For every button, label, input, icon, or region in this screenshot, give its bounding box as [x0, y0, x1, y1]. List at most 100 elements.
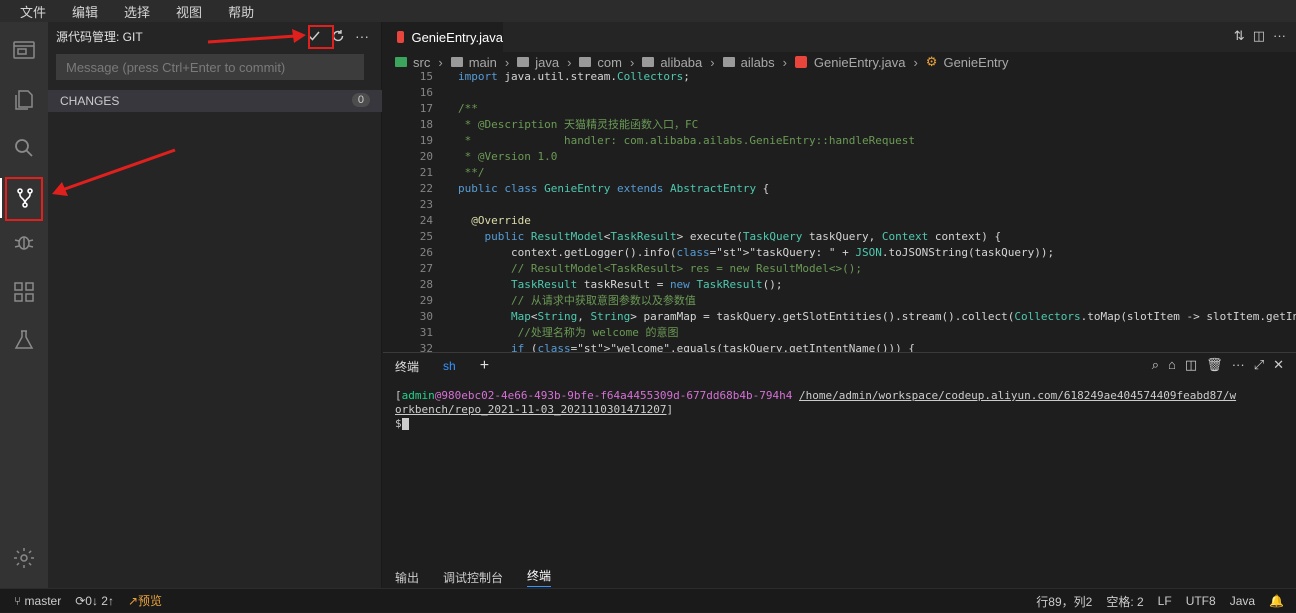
java-file-icon — [794, 56, 807, 68]
line-number: 26 — [419, 246, 433, 259]
breadcrumb-java[interactable]: java — [517, 55, 559, 70]
preview-button[interactable]: ↗预览 — [128, 592, 162, 609]
chevron-right-icon: › — [438, 54, 443, 70]
terminal-panel: 终端 sh + ⌕ ⌂ ◫ 🗑 ··· ⤢ ✕ [admin@980ebc02-… — [383, 352, 1296, 566]
code-text: Map<String, String> paramMap = taskQuery… — [510, 310, 1296, 323]
compare-icon[interactable]: ⇅ — [1234, 28, 1245, 44]
chevron-right-icon: › — [782, 54, 787, 70]
code-line[interactable]: 27 // ResultModel<TaskResult> res = new … — [383, 261, 1296, 277]
trash-icon[interactable]: 🗑 — [1206, 357, 1223, 373]
code-line[interactable]: 20 * @Version 1.0 — [383, 149, 1296, 165]
testing-icon[interactable] — [0, 320, 48, 360]
settings-gear-icon[interactable] — [0, 538, 48, 578]
tab-terminal[interactable]: 终端 — [395, 358, 419, 375]
editor-more-icon[interactable]: ··· — [1273, 28, 1286, 44]
cursor-position[interactable]: 行89，列2 — [1036, 593, 1092, 610]
code-line[interactable]: 22 public class GenieEntry extends Abstra… — [383, 181, 1296, 197]
code-line[interactable]: 15 import java.util.stream.Collectors; — [383, 72, 1296, 85]
code-line[interactable]: 16 — [383, 85, 1296, 101]
line-number: 19 — [419, 134, 433, 147]
tab-output[interactable]: 输出 — [395, 569, 419, 586]
home-icon[interactable]: ⌂ — [1168, 357, 1176, 373]
language-mode[interactable]: Java — [1230, 594, 1255, 608]
encoding[interactable]: UTF8 — [1186, 594, 1216, 608]
annotation-highlight-source-control — [5, 177, 43, 221]
code-line[interactable]: 19 * handler: com.alibaba.ailabs.GenieEn… — [383, 133, 1296, 149]
code-line[interactable]: 28 TaskResult taskResult = new TaskResul… — [383, 277, 1296, 293]
breadcrumb-ailabs[interactable]: ailabs — [722, 55, 775, 70]
editor-tab-bar: GenieEntry.java ⇅ ◫ ··· — [383, 22, 1296, 52]
code-text: * @Description 天猫精灵技能函数入口，FC — [458, 118, 699, 131]
add-terminal-button[interactable]: + — [480, 357, 489, 375]
menu-view[interactable]: 视图 — [176, 2, 202, 21]
code-text: TaskResult taskResult = new TaskResult()… — [510, 278, 783, 291]
chevron-right-icon: › — [710, 54, 715, 70]
close-icon[interactable]: ✕ — [1273, 357, 1284, 373]
split-terminal-icon[interactable]: ◫ — [1185, 357, 1197, 373]
tab-debug-console[interactable]: 调试控制台 — [443, 569, 503, 586]
debug-icon[interactable] — [0, 222, 48, 262]
line-number: 20 — [419, 150, 433, 163]
code-text: context.getLogger().info(class="st">"tas… — [458, 246, 1055, 259]
indentation[interactable]: 空格: 2 — [1106, 593, 1143, 610]
code-line[interactable]: 23 — [383, 197, 1296, 213]
code-line[interactable]: 25 public ResultModel<TaskResult> execut… — [383, 229, 1296, 245]
line-number: 28 — [419, 278, 433, 291]
menu-edit[interactable]: 编辑 — [72, 2, 98, 21]
branch-status[interactable]: ⑂ master — [14, 594, 61, 608]
more-actions-button[interactable]: ··· — [351, 26, 373, 46]
source-folder-icon — [395, 57, 407, 67]
menu-help[interactable]: 帮助 — [228, 2, 254, 21]
code-line[interactable]: 30 Map<String, String> paramMap = taskQu… — [383, 309, 1296, 325]
tab-terminal-bottom[interactable]: 终端 — [527, 567, 552, 587]
code-line[interactable]: 26 context.getLogger().info(class="st">"… — [383, 245, 1296, 261]
remote-explorer-icon[interactable] — [0, 30, 48, 70]
code-line[interactable]: 31 //处理名称为 welcome 的意图 — [383, 325, 1296, 341]
menu-select[interactable]: 选择 — [124, 2, 150, 21]
code-text: import java.util.stream.Collectors; — [458, 72, 690, 83]
notifications-icon[interactable]: 🔔 — [1269, 594, 1284, 608]
changes-section-header[interactable]: CHANGES 0 — [48, 90, 382, 112]
search-icon[interactable]: ⌕ — [1152, 357, 1159, 373]
branch-icon: ⑂ — [14, 593, 22, 608]
external-link-icon: ↗ — [127, 594, 139, 608]
code-line[interactable]: 29 // 从请求中获取意图参数以及参数值 — [383, 293, 1296, 309]
line-number: 24 — [419, 214, 433, 227]
breadcrumb-file[interactable]: GenieEntry.java — [794, 55, 905, 70]
code-line[interactable]: 32 if (class="st">"welcome".equals(taskQ… — [383, 341, 1296, 352]
breadcrumb-src[interactable]: src — [395, 55, 430, 70]
sync-status[interactable]: ⟳0↓ 2↑ — [75, 594, 114, 608]
code-line[interactable]: 24 @Override — [383, 213, 1296, 229]
source-control-sidebar: 源代码管理: GIT ··· CHANGES 0 — [48, 22, 382, 588]
panel-toolbar: ⌕ ⌂ ◫ 🗑 ··· ⤢ ✕ — [1152, 357, 1284, 373]
chevron-right-icon: › — [913, 54, 918, 70]
tab-genie-entry[interactable]: GenieEntry.java — [383, 22, 503, 52]
menu-file[interactable]: 文件 — [20, 2, 46, 21]
extensions-icon[interactable] — [0, 272, 48, 312]
split-editor-icon[interactable]: ◫ — [1253, 28, 1265, 44]
terminal-line-2: orkbench/repo_2021-11-03_202111030147120… — [395, 403, 674, 416]
code-editor[interactable]: 15 import java.util.stream.Collectors; 16 1… — [383, 72, 1296, 352]
line-number: 27 — [419, 262, 433, 275]
breadcrumb-main[interactable]: main — [450, 55, 497, 70]
line-ending[interactable]: LF — [1158, 594, 1172, 608]
line-number: 16 — [419, 86, 433, 99]
terminal-output[interactable]: [admin@980ebc02-4e66-493b-9bfe-f64a44553… — [395, 389, 1285, 431]
code-line[interactable]: 18 * @Description 天猫精灵技能函数入口，FC — [383, 117, 1296, 133]
breadcrumb-com[interactable]: com — [579, 55, 622, 70]
code-line[interactable]: 17 /** — [383, 101, 1296, 117]
code-text: * handler: com.alibaba.ailabs.GenieEntry… — [458, 134, 915, 147]
explorer-icon[interactable] — [0, 80, 48, 120]
search-icon[interactable] — [0, 128, 48, 168]
more-icon[interactable]: ··· — [1232, 357, 1245, 373]
maximize-icon[interactable]: ⤢ — [1254, 357, 1264, 373]
commit-message-input[interactable] — [56, 54, 364, 80]
tab-sh[interactable]: sh — [443, 359, 456, 373]
breadcrumb-class[interactable]: ⚙ GenieEntry — [926, 54, 1009, 70]
line-number: 25 — [419, 230, 433, 243]
breadcrumb-alibaba[interactable]: alibaba — [642, 55, 702, 70]
code-line[interactable]: 21 **/ — [383, 165, 1296, 181]
code-text: * @Version 1.0 — [458, 150, 558, 163]
tab-label: GenieEntry.java — [411, 29, 503, 45]
bottom-panel-tabs: 输出 调试控制台 终端 — [383, 566, 1296, 588]
